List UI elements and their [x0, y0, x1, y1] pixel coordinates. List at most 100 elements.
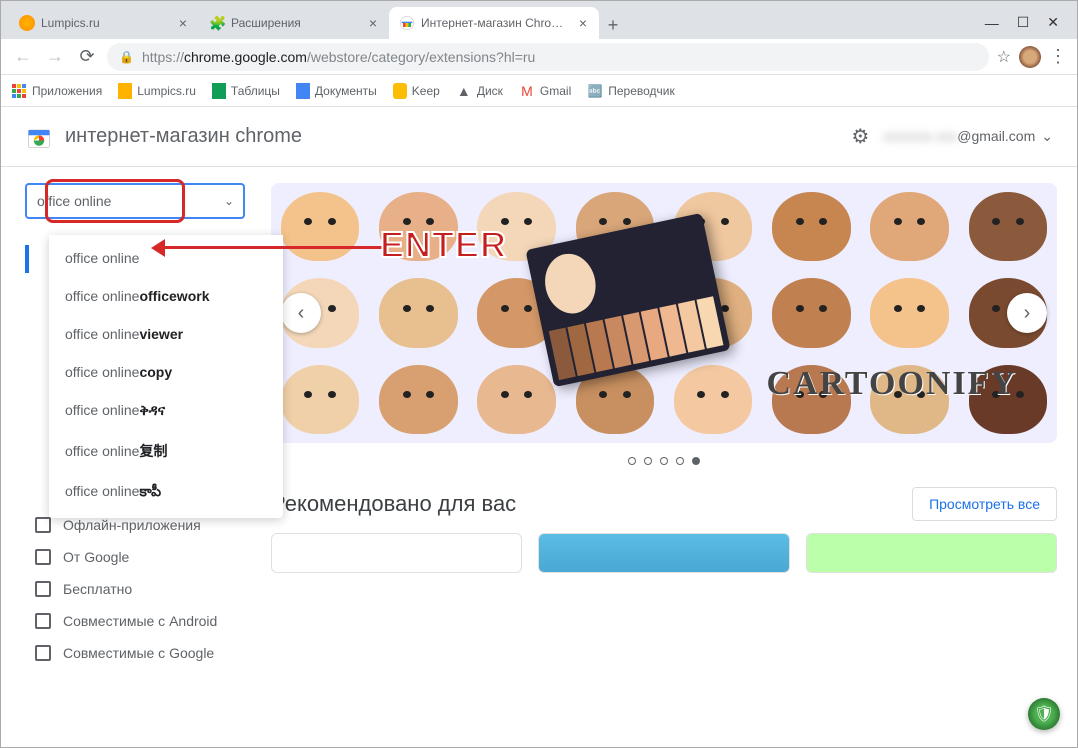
bookmark-gmail[interactable]: M Gmail: [519, 83, 571, 99]
account-email[interactable]: xxxxxxx xxx@gmail.com⌄: [883, 128, 1053, 145]
address-bar: ← → ⟳ 🔒 https://chrome.google.com/websto…: [1, 39, 1077, 75]
bookmark-label: Таблицы: [231, 84, 280, 98]
search-box[interactable]: ⌄: [25, 183, 245, 219]
menu-icon[interactable]: ⋮: [1049, 46, 1067, 67]
store-header: интернет-магазин chrome ⚙ xxxxxxx xxx@gm…: [1, 107, 1077, 167]
filter-google-compat[interactable]: Совместимые с Google: [35, 637, 271, 669]
bookmark-star-icon[interactable]: ☆: [997, 47, 1011, 67]
search-input[interactable]: [37, 193, 218, 209]
bookmark-drive[interactable]: ▲ Диск: [456, 83, 503, 99]
carousel-dot[interactable]: [676, 457, 684, 465]
new-tab-button[interactable]: +: [599, 11, 627, 39]
filter-label: Совместимые с Android: [63, 613, 217, 629]
suggestion-item[interactable]: office onlineቅዳና: [49, 391, 283, 430]
bookmark-keep[interactable]: Keep: [393, 83, 440, 99]
filter-list: Офлайн-приложения От Google Бесплатно Со…: [1, 509, 271, 669]
titlebar: Lumpics.ru × 🧩 Расширения × Интернет-маг…: [1, 1, 1077, 39]
browser-window: Lumpics.ru × 🧩 Расширения × Интернет-маг…: [0, 0, 1078, 748]
tab-webstore[interactable]: Интернет-магазин Chrome - Рас ×: [389, 7, 599, 39]
carousel-dot-active[interactable]: [692, 457, 700, 465]
close-icon[interactable]: ×: [177, 15, 189, 31]
carousel-dot[interactable]: [628, 457, 636, 465]
extension-card[interactable]: [806, 533, 1057, 573]
doc-icon: [118, 83, 132, 99]
docs-icon: [296, 83, 310, 99]
maximize-button[interactable]: ☐: [1017, 14, 1030, 31]
checkbox-icon[interactable]: [35, 549, 51, 565]
bookmark-lumpics[interactable]: Lumpics.ru: [118, 83, 196, 99]
annotation-arrow: [154, 246, 384, 249]
bookmark-label: Gmail: [540, 84, 571, 98]
tab-extensions[interactable]: 🧩 Расширения ×: [199, 7, 389, 39]
bookmark-label: Lumpics.ru: [137, 84, 196, 98]
page-content: интернет-магазин chrome ⚙ xxxxxxx xxx@gm…: [1, 107, 1077, 747]
sheets-icon: [212, 83, 226, 99]
url-text: https://chrome.google.com/webstore/categ…: [142, 49, 535, 65]
sidebar: ⌄ office online office onlineofficework …: [1, 167, 271, 747]
gmail-icon: M: [519, 83, 535, 99]
window-controls: — ☐ ✕: [975, 14, 1069, 39]
webstore-logo-icon: [25, 123, 53, 151]
profile-avatar[interactable]: [1019, 46, 1041, 68]
close-icon[interactable]: ×: [577, 15, 589, 31]
section-title: Рекомендовано для вас: [271, 491, 516, 517]
store-title: интернет-магазин chrome: [65, 125, 302, 148]
view-all-button[interactable]: Просмотреть все: [912, 487, 1057, 521]
filter-free[interactable]: Бесплатно: [35, 573, 271, 605]
active-category-indicator: [25, 245, 29, 273]
checkbox-icon[interactable]: [35, 613, 51, 629]
bookmark-label: Диск: [477, 84, 503, 98]
omnibox[interactable]: 🔒 https://chrome.google.com/webstore/cat…: [107, 43, 989, 71]
recommended-cards: [271, 533, 1057, 573]
apps-shortcut[interactable]: Приложения: [11, 83, 102, 99]
carousel-prev-button[interactable]: ‹: [281, 293, 321, 333]
filter-label: Бесплатно: [63, 581, 132, 597]
keep-icon: [393, 83, 407, 99]
filter-by-google[interactable]: От Google: [35, 541, 271, 573]
filter-android[interactable]: Совместимые с Android: [35, 605, 271, 637]
tab-label: Lumpics.ru: [41, 16, 171, 30]
favicon-store-icon: [399, 15, 415, 31]
suggestion-item[interactable]: office onlineviewer: [49, 315, 283, 353]
banner-title: CARTOONIFY: [766, 365, 1017, 403]
adguard-badge-icon[interactable]: 🛡: [1028, 698, 1060, 730]
drive-icon: ▲: [456, 83, 472, 99]
apps-icon: [11, 83, 27, 99]
suggestion-item[interactable]: office onlineofficework: [49, 277, 283, 315]
checkbox-icon[interactable]: [35, 645, 51, 661]
checkbox-icon[interactable]: [35, 581, 51, 597]
carousel-dots: [271, 443, 1057, 479]
tab-label: Интернет-магазин Chrome - Рас: [421, 16, 571, 30]
extension-card[interactable]: [538, 533, 789, 573]
tab-label: Расширения: [231, 16, 361, 30]
bookmark-docs[interactable]: Документы: [296, 83, 377, 99]
minimize-button[interactable]: —: [985, 15, 999, 31]
gear-icon[interactable]: ⚙: [851, 124, 869, 149]
translate-icon: 🔤: [587, 83, 603, 99]
reload-button[interactable]: ⟳: [75, 45, 99, 69]
suggestion-item[interactable]: office online复制: [49, 430, 283, 472]
suggestion-item[interactable]: office onlinecopy: [49, 353, 283, 391]
favicon-puzzle-icon: 🧩: [209, 15, 225, 31]
extension-card[interactable]: [271, 533, 522, 573]
chevron-down-icon[interactable]: ⌄: [224, 194, 234, 208]
suggestion-item[interactable]: office onlineకాపీ: [49, 472, 283, 514]
carousel-next-button[interactable]: ›: [1007, 293, 1047, 333]
annotation-enter-label: ENTER: [380, 224, 507, 266]
featured-carousel[interactable]: CARTOONIFY ‹ ›: [271, 183, 1057, 443]
bookmark-translate[interactable]: 🔤Переводчик: [587, 83, 675, 99]
recommended-section-header: Рекомендовано для вас Просмотреть все: [271, 479, 1057, 533]
carousel-dot[interactable]: [660, 457, 668, 465]
forward-button[interactable]: →: [43, 45, 67, 69]
back-button[interactable]: ←: [11, 45, 35, 69]
close-window-button[interactable]: ✕: [1047, 14, 1059, 31]
bookmark-sheets[interactable]: Таблицы: [212, 83, 280, 99]
carousel-dot[interactable]: [644, 457, 652, 465]
chevron-down-icon: ⌄: [1041, 128, 1053, 144]
bookmarks-bar: Приложения Lumpics.ru Таблицы Документы …: [1, 75, 1077, 107]
checkbox-icon[interactable]: [35, 517, 51, 533]
suggestion-item[interactable]: office online: [49, 239, 283, 277]
bookmark-label: Keep: [412, 84, 440, 98]
tab-lumpics[interactable]: Lumpics.ru ×: [9, 7, 199, 39]
close-icon[interactable]: ×: [367, 15, 379, 31]
